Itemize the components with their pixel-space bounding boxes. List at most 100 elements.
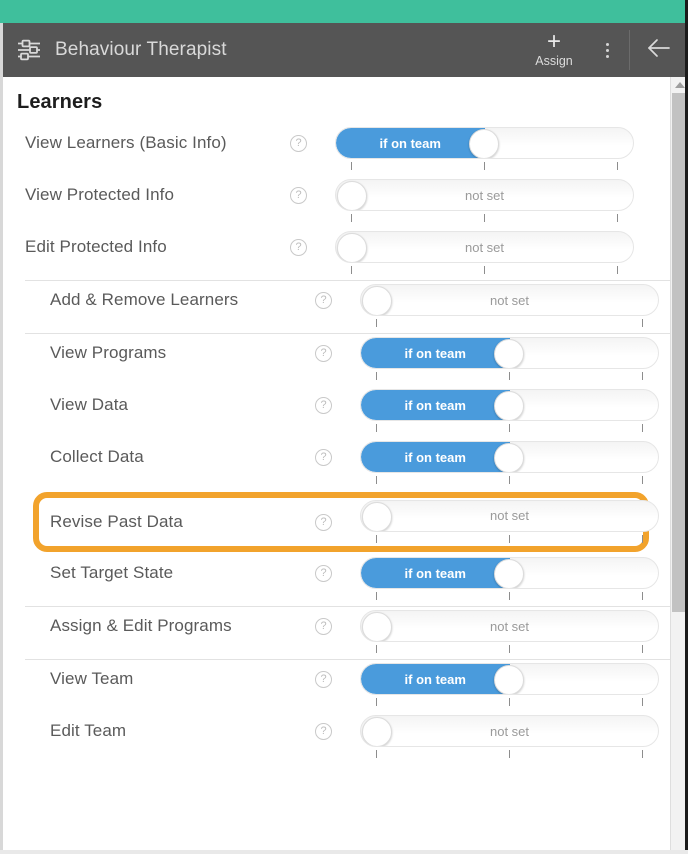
help-icon[interactable]: ? xyxy=(315,565,332,582)
slider-ticks xyxy=(335,160,634,172)
slider-fill xyxy=(336,128,485,158)
slider-tick xyxy=(351,162,352,170)
slider-tick xyxy=(484,214,485,222)
permission-group: View Programs? if on team View Data? if on … xyxy=(25,333,671,606)
slider-knob[interactable] xyxy=(468,129,499,158)
permission-slider[interactable]: if on team xyxy=(335,124,634,172)
app-bar-actions: + Assign xyxy=(523,23,688,77)
back-button[interactable] xyxy=(630,23,688,77)
help-icon[interactable]: ? xyxy=(315,618,332,635)
slider-tick xyxy=(509,698,510,706)
app-root: Behaviour Therapist + Assign Learners Vi… xyxy=(0,0,688,854)
slider-tick xyxy=(617,214,618,222)
slider-fill xyxy=(361,390,510,420)
slider-knob[interactable] xyxy=(362,612,392,641)
help-icon[interactable]: ? xyxy=(315,449,332,466)
slider-knob[interactable] xyxy=(493,391,524,420)
app-bar-left: Behaviour Therapist xyxy=(0,38,523,62)
slider-knob[interactable] xyxy=(362,286,392,315)
slider-knob[interactable] xyxy=(493,665,524,694)
permission-slider[interactable]: not set xyxy=(360,712,659,760)
permission-label: View Team xyxy=(50,669,134,688)
help-icon[interactable]: ? xyxy=(315,513,332,531)
permission-slider[interactable]: if on team xyxy=(360,386,659,434)
slider-ticks xyxy=(360,474,659,486)
slider-tick xyxy=(617,266,618,274)
slider-track[interactable]: if on team xyxy=(360,557,659,589)
permission-group: View Learners (Basic Info)? if on team Vie… xyxy=(0,124,688,280)
assign-button[interactable]: + Assign xyxy=(523,23,585,77)
slider-knob[interactable] xyxy=(493,559,524,588)
permission-slider[interactable]: not set xyxy=(335,176,634,224)
slider-track[interactable]: if on team xyxy=(360,441,659,473)
slider-ticks xyxy=(360,748,659,760)
permission-label: Collect Data xyxy=(50,447,144,466)
slider-track[interactable]: not set xyxy=(360,610,659,642)
plus-icon: + xyxy=(546,28,561,55)
slider-ticks xyxy=(335,264,634,276)
slider-tick xyxy=(351,266,352,274)
more-options-button[interactable] xyxy=(585,23,629,77)
slider-knob[interactable] xyxy=(493,443,524,472)
slider-track[interactable]: not set xyxy=(360,499,659,532)
slider-value-label: not set xyxy=(489,723,530,739)
help-icon[interactable]: ? xyxy=(290,135,307,152)
slider-track[interactable]: if on team xyxy=(360,337,659,369)
page-title: Behaviour Therapist xyxy=(55,39,227,60)
section-title: Learners xyxy=(17,91,103,113)
slider-track[interactable]: if on team xyxy=(335,127,634,159)
slider-track[interactable]: if on team xyxy=(360,663,659,695)
permission-row: Assign & Edit Programs? not set xyxy=(25,607,671,659)
permission-group: Assign & Edit Programs? not set xyxy=(25,606,671,659)
help-icon[interactable]: ? xyxy=(315,292,332,309)
slider-knob[interactable] xyxy=(337,233,367,262)
slider-track[interactable]: not set xyxy=(335,231,634,263)
permission-group: Add & Remove Learners? not set xyxy=(25,280,671,333)
permissions-panel: Learners View Learners (Basic Info)? if o… xyxy=(0,77,688,854)
more-vertical-icon xyxy=(605,42,609,58)
permission-slider[interactable]: if on team xyxy=(360,438,659,486)
permission-slider[interactable]: not set xyxy=(335,228,634,276)
help-icon[interactable]: ? xyxy=(315,671,332,688)
slider-fill xyxy=(361,664,510,694)
permission-row: Collect Data? if on team xyxy=(25,438,671,490)
slider-value-label: not set xyxy=(464,239,505,255)
slider-tick xyxy=(351,214,352,222)
slider-knob[interactable] xyxy=(362,717,392,746)
slider-ticks xyxy=(360,533,659,545)
help-icon[interactable]: ? xyxy=(290,187,307,204)
slider-knob[interactable] xyxy=(493,339,524,368)
help-icon[interactable]: ? xyxy=(315,397,332,414)
slider-ticks xyxy=(360,370,659,382)
help-icon[interactable]: ? xyxy=(290,239,307,256)
permission-slider[interactable]: not set xyxy=(360,499,659,545)
permission-label: Edit Team xyxy=(50,721,127,740)
slider-track[interactable]: not set xyxy=(335,179,634,211)
slider-knob[interactable] xyxy=(337,181,367,210)
slider-value-label: not set xyxy=(464,187,505,203)
permission-label: Set Target State xyxy=(50,563,174,582)
permission-group: View Team? if on team Edit Team? not set xyxy=(25,659,671,764)
permission-slider[interactable]: if on team xyxy=(360,334,659,382)
permission-row: View Team? if on team xyxy=(25,660,671,712)
permission-slider[interactable]: if on team xyxy=(360,554,659,602)
slider-tick xyxy=(376,372,377,380)
help-icon[interactable]: ? xyxy=(315,723,332,740)
permission-label: Edit Protected Info xyxy=(25,237,167,256)
slider-ticks xyxy=(360,422,659,434)
help-icon[interactable]: ? xyxy=(315,345,332,362)
permission-label: View Data xyxy=(50,395,129,414)
slider-tick xyxy=(642,645,643,653)
slider-knob[interactable] xyxy=(362,501,392,531)
slider-tick xyxy=(642,592,643,600)
slider-fill xyxy=(361,442,510,472)
permission-slider[interactable]: not set xyxy=(360,607,659,655)
slider-track[interactable]: if on team xyxy=(360,389,659,421)
slider-track[interactable]: not set xyxy=(360,715,659,747)
slider-tick xyxy=(509,372,510,380)
window-left-edge xyxy=(0,23,3,854)
permission-slider[interactable]: not set xyxy=(360,281,659,329)
slider-track[interactable]: not set xyxy=(360,284,659,316)
permission-slider[interactable]: if on team xyxy=(360,660,659,708)
slider-ticks xyxy=(335,212,634,224)
